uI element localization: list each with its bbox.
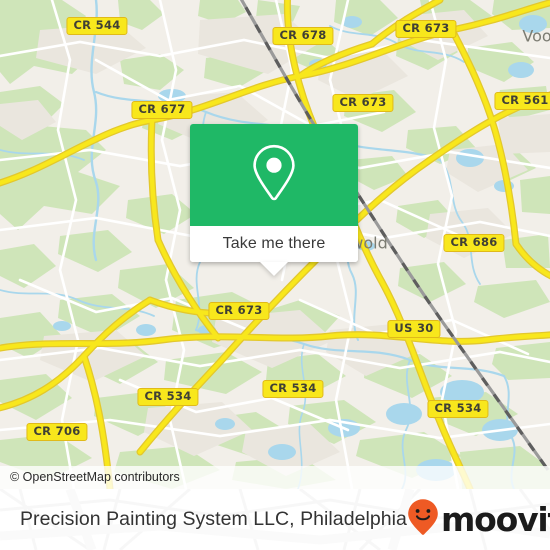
road-shield: CR 673 (208, 302, 270, 320)
road-shield: CR 677 (131, 101, 193, 119)
moovit-place-map-screen: CR 544 CR 678 CR 673 CR 677 CR 673 CR 56… (0, 0, 550, 550)
road-shield: US 30 (387, 320, 441, 338)
map-pin-icon (251, 143, 297, 208)
road-shield: CR 678 (272, 27, 334, 45)
road-shield: CR 534 (427, 400, 489, 418)
map-attribution[interactable]: © OpenStreetMap contributors (0, 466, 550, 489)
place-title: Precision Painting System LLC, Philadelp… (20, 508, 407, 530)
moovit-smile-pin-icon (407, 498, 439, 541)
road-shield: CR 706 (26, 423, 88, 441)
poi-callout-card[interactable]: Take me there (190, 124, 358, 276)
road-shield: CR 544 (66, 17, 128, 35)
road-shield: CR 534 (262, 380, 324, 398)
road-shield: CR 673 (332, 94, 394, 112)
poi-card-header (190, 124, 358, 226)
moovit-wordmark: moovit (440, 500, 550, 539)
poi-card-tail (260, 262, 288, 276)
road-shield: CR 673 (395, 20, 457, 38)
footer-bar: Precision Painting System LLC, Philadelp… (0, 489, 550, 550)
road-shield: CR 686 (443, 234, 505, 252)
poi-card-action[interactable]: Take me there (190, 226, 358, 276)
moovit-logo[interactable]: moovit (407, 498, 550, 541)
place-label: Voo (522, 26, 550, 46)
road-shield: CR 534 (137, 388, 199, 406)
road-shield: CR 561 (494, 92, 550, 110)
take-me-there-label: Take me there (222, 235, 326, 252)
